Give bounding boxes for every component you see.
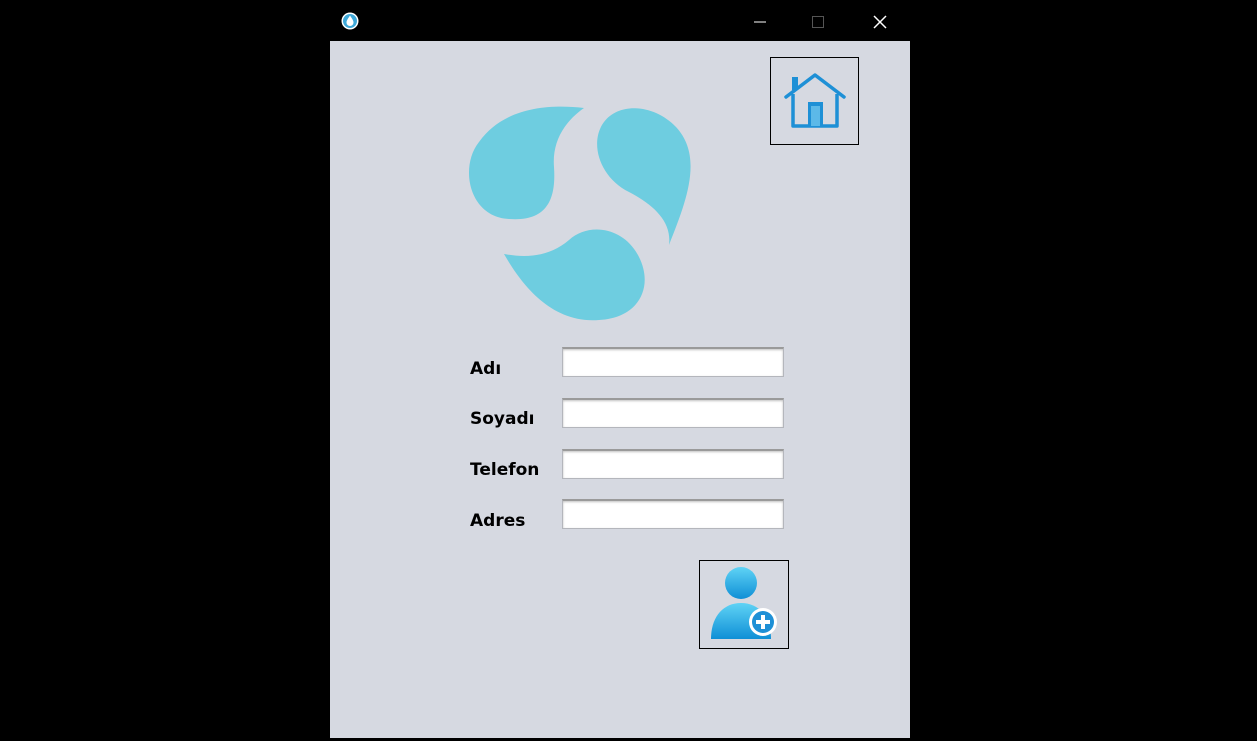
main-panel: Adı Soyadı Telefon Adres — [330, 41, 910, 738]
minimize-button[interactable] — [731, 2, 789, 41]
phone-input[interactable] — [562, 449, 784, 479]
app-icon — [341, 12, 359, 30]
name-input[interactable] — [562, 347, 784, 377]
app-window: Adı Soyadı Telefon Adres — [330, 2, 910, 738]
maximize-icon — [812, 15, 824, 28]
maximize-button[interactable] — [789, 2, 847, 41]
add-user-icon — [711, 566, 777, 639]
address-input[interactable] — [562, 499, 784, 529]
surname-input[interactable] — [562, 398, 784, 428]
name-label: Adı — [470, 359, 502, 379]
close-icon — [873, 14, 887, 29]
house-icon — [783, 73, 846, 128]
home-button[interactable] — [770, 57, 859, 145]
close-button[interactable] — [851, 2, 909, 41]
minimize-icon — [754, 21, 766, 22]
phone-label: Telefon — [470, 460, 540, 480]
surname-label: Soyadı — [470, 409, 535, 429]
add-user-button[interactable] — [699, 560, 789, 649]
title-bar[interactable] — [330, 2, 910, 41]
water-drops-logo — [469, 106, 691, 321]
address-label: Adres — [470, 511, 526, 531]
